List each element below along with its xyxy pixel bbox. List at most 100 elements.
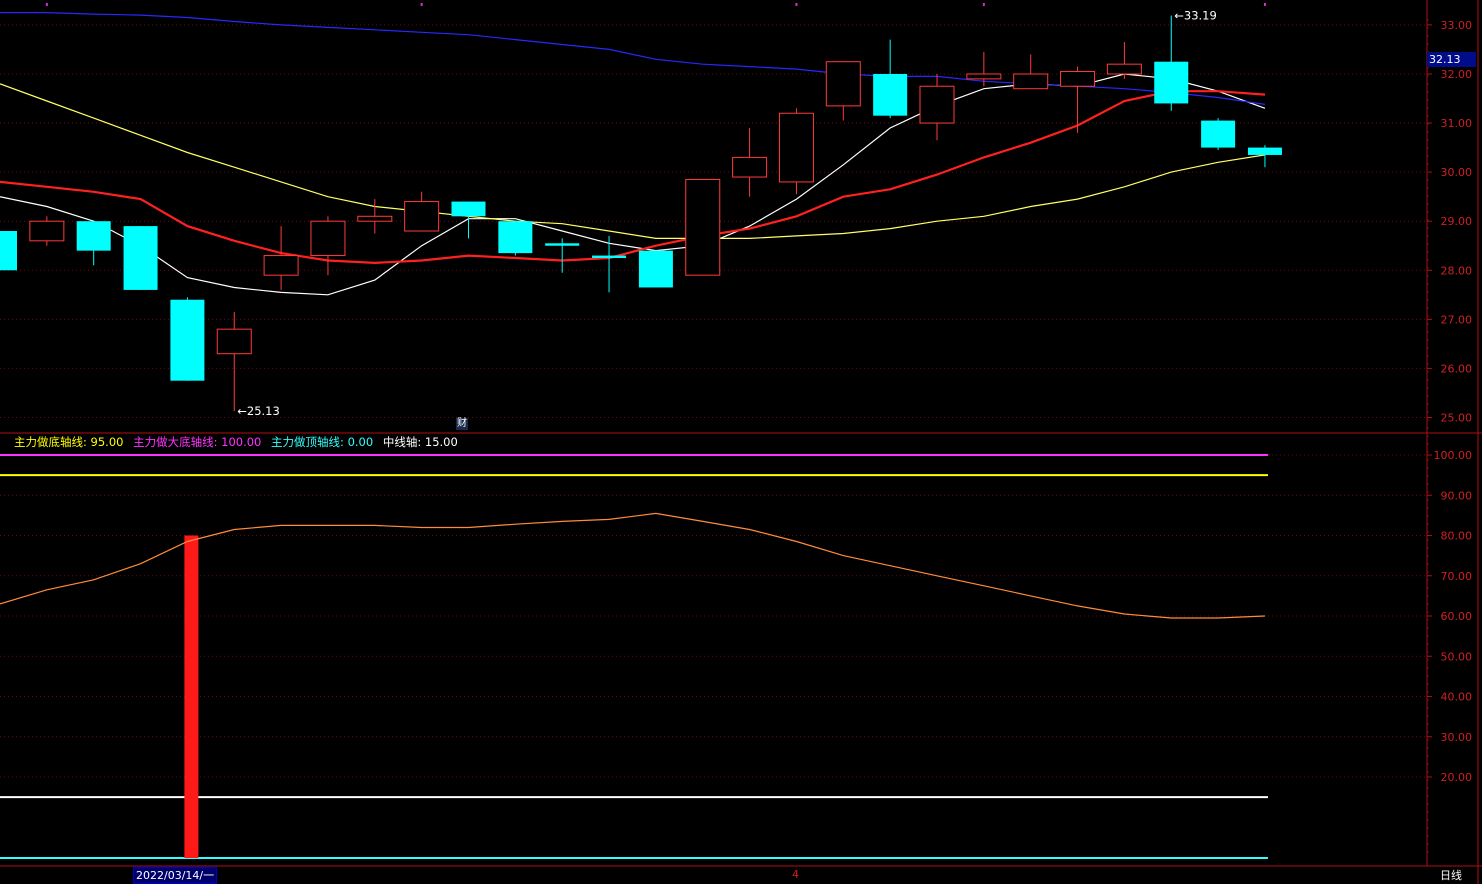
- period-selector[interactable]: 日线: [1440, 867, 1462, 883]
- price-tick-label: 30.00: [1441, 166, 1473, 179]
- candle-3: [123, 226, 158, 290]
- candle-body: [216, 328, 252, 355]
- candle-24: [1106, 42, 1142, 79]
- candle-1: [29, 216, 65, 246]
- candle-6: [263, 226, 299, 290]
- price-extreme-label-0: ←33.19: [1174, 9, 1217, 23]
- candle-body: [170, 299, 205, 381]
- osc-tick-label: 20.00: [1441, 771, 1473, 784]
- date-cursor-label: 2022/03/14/一: [133, 867, 218, 884]
- price-tick-label: 32.00: [1441, 68, 1473, 81]
- candle-body: [123, 226, 158, 290]
- candle-14: [638, 250, 673, 288]
- month-tick-label: 4: [792, 868, 799, 881]
- moving-averages: [0, 12, 1266, 296]
- top-marker: [1263, 3, 1266, 6]
- legend-big-bottom-axis: 主力做大底轴线: 100.00: [133, 435, 262, 449]
- candle-15: [685, 178, 721, 276]
- finance-badge[interactable]: 财: [456, 418, 468, 430]
- candle-body: [545, 243, 580, 246]
- candle-body: [1013, 73, 1049, 90]
- candle-body: [29, 220, 65, 242]
- osc-tick-label: 100.00: [1434, 449, 1473, 462]
- candle-body: [0, 231, 17, 271]
- price-tick-label: 25.00: [1441, 412, 1473, 425]
- candle-body: [263, 255, 299, 276]
- candle-16: [732, 127, 768, 197]
- osc-tick-label: 60.00: [1441, 610, 1473, 623]
- candle-18: [825, 61, 861, 121]
- annotations: ←33.19 ←25.13: [237, 9, 1217, 419]
- signal-bar-0: [184, 535, 199, 858]
- price-tick-label: 26.00: [1441, 362, 1473, 375]
- candle-21: [966, 51, 1002, 87]
- candle-25: [1154, 15, 1189, 111]
- price-tick-label: 29.00: [1441, 215, 1473, 228]
- osc-tick-label: 70.00: [1441, 570, 1473, 583]
- candle-body: [76, 221, 111, 251]
- indicator-legend: 主力做底轴线: 95.00 主力做大底轴线: 100.00 主力做顶轴线: 0.…: [14, 434, 464, 450]
- candle-4: [170, 297, 205, 381]
- ma-line-0: [0, 73, 1266, 296]
- candle-body: [592, 255, 627, 259]
- candle-body: [1106, 63, 1142, 75]
- candle-17: [778, 108, 814, 195]
- candle-body: [685, 178, 721, 276]
- candle-body: [873, 73, 908, 116]
- candles: [0, 15, 1282, 412]
- legend-bottom-axis: 主力做底轴线: 95.00: [14, 435, 124, 449]
- price-tick-label: 27.00: [1441, 313, 1473, 326]
- ma-line-2: [0, 83, 1266, 239]
- top-marker: [982, 3, 985, 6]
- candle-body: [966, 73, 1002, 80]
- candle-body: [1201, 120, 1236, 148]
- legend-top-axis: 主力做顶轴线: 0.00: [271, 435, 374, 449]
- osc-tick-label: 30.00: [1441, 731, 1473, 744]
- candle-body: [1060, 71, 1096, 87]
- candle-7: [310, 216, 346, 276]
- candle-body: [1247, 147, 1282, 155]
- candle-13: [592, 235, 627, 293]
- candle-body: [310, 220, 346, 257]
- ma-line-3: [0, 12, 1266, 105]
- candle-body: [778, 112, 814, 183]
- legend-mid-axis: 中线轴: 15.00: [382, 435, 458, 449]
- last-price-tag: 32.13: [1427, 52, 1476, 67]
- candle-body: [1154, 61, 1189, 104]
- candle-5: [216, 311, 252, 412]
- osc-tick-label: 50.00: [1441, 650, 1473, 663]
- candle-body: [357, 215, 393, 222]
- price-tick-label: 31.00: [1441, 117, 1473, 130]
- ma-line-1: [0, 90, 1266, 265]
- top-marker: [45, 3, 48, 6]
- candle-22: [1013, 54, 1049, 90]
- candle-body: [825, 61, 861, 107]
- candle-2: [76, 221, 111, 266]
- candle-body: [451, 201, 486, 217]
- candle-23: [1060, 66, 1096, 133]
- osc-tick-label: 80.00: [1441, 530, 1473, 543]
- candle-0: [0, 231, 17, 271]
- price-tick-label: 33.00: [1441, 19, 1473, 32]
- osc-tick-label: 90.00: [1441, 489, 1473, 502]
- price-tick-label: 28.00: [1441, 264, 1473, 277]
- candle-27: [1247, 145, 1282, 168]
- candle-body: [919, 85, 955, 124]
- candle-20: [919, 73, 955, 141]
- candle-body: [404, 201, 440, 232]
- price-extreme-label-1: ←25.13: [237, 404, 280, 418]
- candle-11: [498, 221, 533, 256]
- candle-12: [545, 238, 580, 273]
- candle-9: [404, 191, 440, 232]
- top-marker: [420, 3, 423, 6]
- oscillator-layer: [0, 454, 1268, 859]
- candle-10: [451, 201, 486, 239]
- price-axis: 25.00 26.00 27.00 28.00 29.00 30.00 31.00 32.00…: [1427, 19, 1473, 853]
- candle-body: [638, 250, 673, 288]
- candle-26: [1201, 118, 1236, 151]
- osc-tick-label: 40.00: [1441, 691, 1473, 704]
- candle-body: [732, 156, 768, 178]
- candle-19: [873, 39, 908, 119]
- candle-body: [498, 221, 533, 254]
- top-marker: [795, 3, 798, 6]
